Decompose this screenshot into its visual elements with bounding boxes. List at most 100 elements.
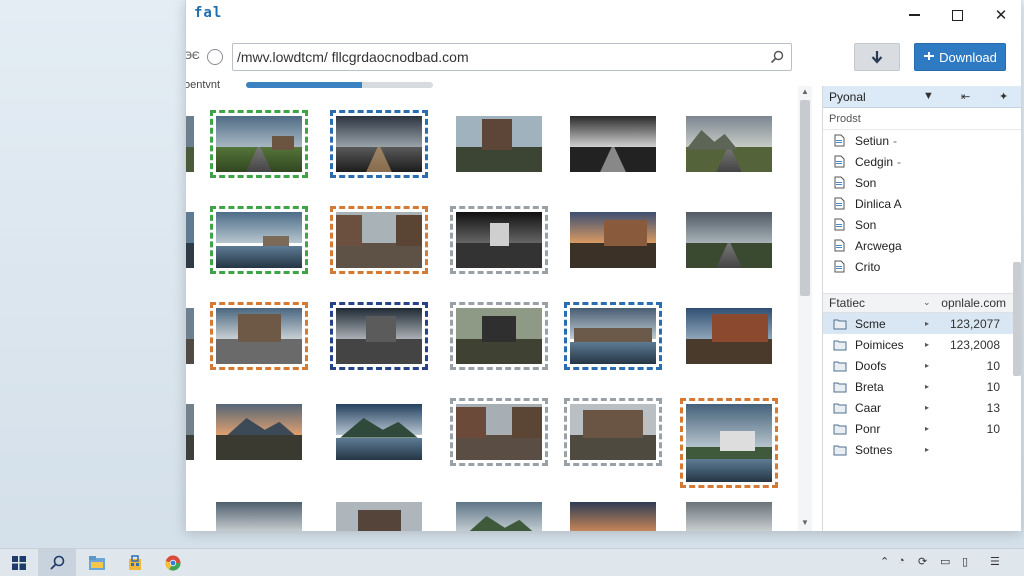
file-explorer-button[interactable]	[78, 549, 116, 576]
chevron-right-icon[interactable]: ▸	[925, 445, 929, 454]
folder-icon	[833, 424, 847, 434]
file-value: 13	[986, 400, 1000, 415]
tray-chevron-icon[interactable]: ⌃	[880, 555, 889, 568]
file-row[interactable]: Ponr ▸ 10	[823, 418, 1021, 439]
url-input[interactable]: /mwv.lowdtcm/ fllcgrdaocnodbad.com	[232, 43, 792, 71]
file-row[interactable]: Scme ▸ 123,2077	[823, 313, 1021, 334]
image-thumbnail[interactable]	[186, 110, 200, 178]
image-thumbnail[interactable]	[330, 398, 428, 466]
chevron-right-icon[interactable]: ▸	[925, 340, 929, 349]
file-row[interactable]: Breta ▸ 10	[823, 376, 1021, 397]
folder-item[interactable]: Cedgin -	[823, 151, 1021, 172]
chrome-button[interactable]	[154, 549, 192, 576]
image-thumbnail[interactable]	[680, 302, 778, 370]
image-thumbnail[interactable]	[330, 496, 428, 531]
document-icon	[834, 134, 845, 147]
folder-item[interactable]: Son	[823, 172, 1021, 193]
maximize-button[interactable]	[936, 0, 978, 30]
chevron-right-icon[interactable]: ▸	[925, 319, 929, 328]
file-row[interactable]: Caar ▸ 13	[823, 397, 1021, 418]
image-thumbnail[interactable]	[564, 398, 662, 466]
minimize-button[interactable]	[893, 0, 935, 30]
chevron-right-icon[interactable]: ▸	[925, 382, 929, 391]
chevron-right-icon[interactable]: ▸	[925, 361, 929, 370]
image-thumbnail[interactable]	[186, 398, 200, 466]
scroll-up-icon[interactable]: ▲	[799, 86, 811, 98]
collapse-icon[interactable]: ⇤	[961, 90, 970, 103]
gallery-scrollbar[interactable]: ▲ ▼	[798, 86, 812, 531]
search-icon[interactable]	[763, 43, 791, 71]
folder-icon	[833, 361, 847, 371]
scroll-down-icon[interactable]: ▼	[799, 517, 811, 529]
folder-label: Cedgin	[855, 154, 894, 169]
image-thumbnail[interactable]	[330, 206, 428, 274]
image-thumbnail[interactable]	[210, 398, 308, 466]
file-row[interactable]: Doofs ▸ 10	[823, 355, 1021, 376]
image-thumbnail[interactable]	[210, 496, 308, 531]
image-thumbnail[interactable]	[450, 302, 548, 370]
desktop-scrollbar[interactable]	[1013, 262, 1021, 376]
image-thumbnail[interactable]	[450, 496, 548, 531]
image-thumbnail[interactable]	[210, 302, 308, 370]
windows-icon	[12, 556, 26, 570]
start-button[interactable]	[0, 549, 38, 576]
panel-title: Pyonal	[829, 89, 866, 104]
image-thumbnail[interactable]	[680, 496, 778, 531]
image-thumbnail[interactable]	[680, 206, 778, 274]
battery-icon[interactable]: ▯	[962, 555, 968, 568]
image-thumbnail[interactable]	[680, 398, 778, 488]
download-icon	[924, 52, 935, 60]
display-icon[interactable]: ▭	[940, 555, 950, 568]
file-label: Doofs	[855, 358, 887, 373]
panel-subheader: Prodst	[823, 108, 1021, 130]
file-label: Sotnes	[855, 442, 893, 457]
refresh-radio[interactable]	[207, 49, 223, 65]
folder-item[interactable]: Dinlica A	[823, 193, 1021, 214]
image-thumbnail[interactable]	[564, 110, 662, 178]
folder-list: Setiun - Cedgin - Son Dinlica A Son Arcwega Crit…	[823, 130, 1021, 277]
sync-icon[interactable]: ⟳	[918, 555, 927, 568]
image-thumbnail[interactable]	[330, 110, 428, 178]
image-thumbnail[interactable]	[186, 302, 200, 370]
folder-icon	[833, 382, 847, 392]
folder-icon	[833, 340, 847, 350]
file-row[interactable]: Poimices ▸ 123,2008	[823, 334, 1021, 355]
image-thumbnail[interactable]	[186, 206, 200, 274]
sort-icon[interactable]: ⌄	[923, 297, 931, 308]
folder-item[interactable]: Son	[823, 214, 1021, 235]
image-thumbnail[interactable]	[564, 302, 662, 370]
close-button[interactable]: ✕	[980, 0, 1021, 30]
image-thumbnail[interactable]	[564, 496, 662, 531]
network-icon[interactable]: ◔	[898, 555, 905, 567]
folder-label: Arcwega	[855, 238, 902, 253]
folder-item[interactable]: Setiun -	[823, 130, 1021, 151]
document-icon	[834, 218, 845, 231]
image-thumbnail[interactable]	[450, 398, 548, 466]
file-row[interactable]: Sotnes ▸	[823, 439, 1021, 460]
side-panel: Pyonal ▼ ⇤ ✦ Prodst Setiun - Cedgin - Son Din…	[822, 86, 1021, 531]
download-button[interactable]: Download	[914, 43, 1006, 71]
image-thumbnail[interactable]	[210, 110, 308, 178]
scroll-thumb[interactable]	[800, 100, 810, 296]
download-label: Download	[939, 49, 997, 65]
image-thumbnail[interactable]	[450, 206, 548, 274]
panel-header: Pyonal ▼ ⇤ ✦	[823, 86, 1021, 108]
pin-icon[interactable]: ✦	[999, 90, 1008, 103]
notification-icon[interactable]: ☰	[990, 555, 1000, 568]
image-thumbnail[interactable]	[680, 110, 778, 178]
chevron-right-icon[interactable]: ▸	[925, 403, 929, 412]
chrome-icon	[165, 555, 181, 571]
image-thumbnail[interactable]	[564, 206, 662, 274]
search-taskbar-button[interactable]	[38, 549, 76, 576]
store-button[interactable]	[116, 549, 154, 576]
chevron-right-icon[interactable]: ▸	[925, 424, 929, 433]
download-arrow-button[interactable]	[854, 43, 900, 71]
url-text[interactable]: /mwv.lowdtcm/ fllcgrdaocnodbad.com	[237, 49, 763, 65]
image-thumbnail[interactable]	[330, 302, 428, 370]
dropdown-icon[interactable]: ▼	[923, 90, 934, 102]
folder-item[interactable]: Crito	[823, 256, 1021, 277]
folder-suffix: -	[897, 154, 902, 169]
image-thumbnail[interactable]	[450, 110, 548, 178]
image-thumbnail[interactable]	[210, 206, 308, 274]
folder-item[interactable]: Arcwega	[823, 235, 1021, 256]
